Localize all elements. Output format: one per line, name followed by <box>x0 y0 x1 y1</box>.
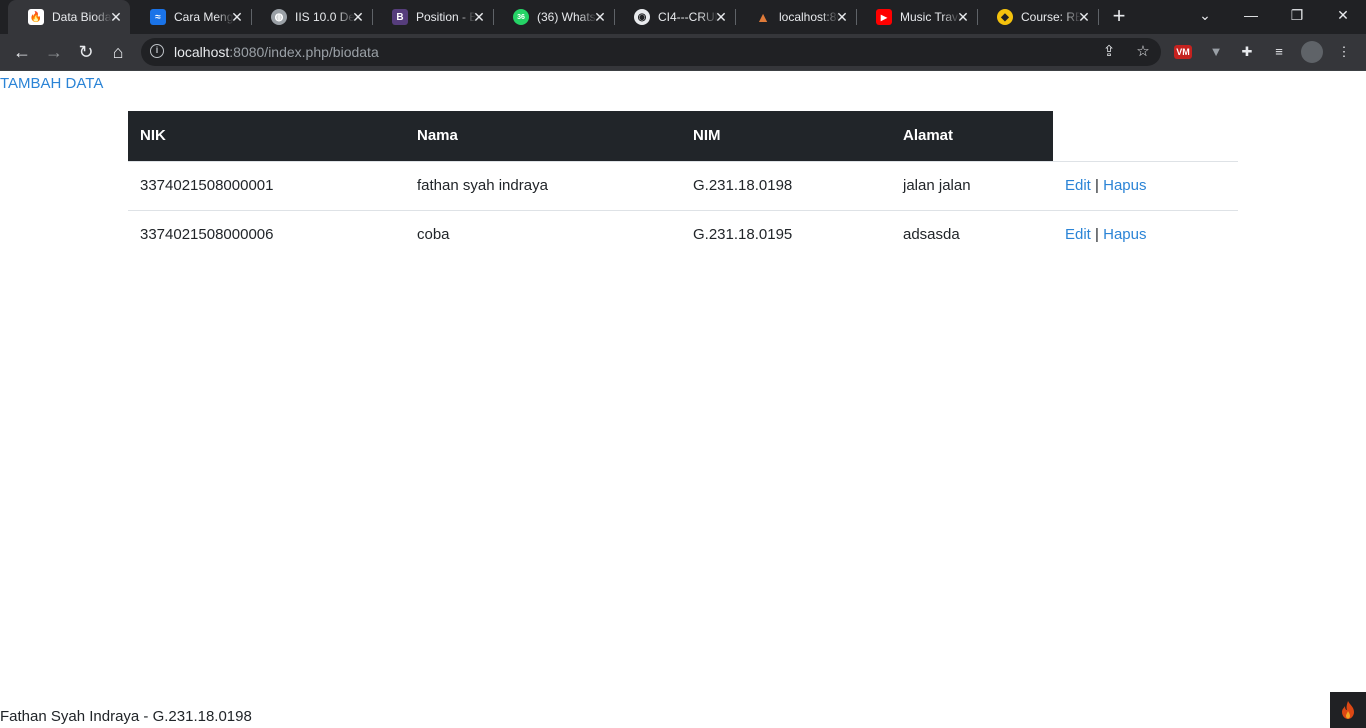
close-tab-icon[interactable]: ✕ <box>471 9 487 25</box>
cell-nim: G.231.18.0195 <box>681 209 891 259</box>
footer-credit: Fathan Syah Indraya - G.231.18.0198 <box>0 708 252 725</box>
tambah-data-link[interactable]: TAMBAH DATA <box>0 75 103 92</box>
browser-toolbar: ← → ↻ ⌂ i localhost:8080/index.php/bioda… <box>0 34 1366 70</box>
codeigniter-flame-icon: 🔥 <box>28 9 44 25</box>
column-header-nama: Nama <box>405 111 681 161</box>
close-tab-icon[interactable]: ✕ <box>713 9 729 25</box>
close-tab-icon[interactable]: ✕ <box>592 9 608 25</box>
whatsapp-icon: 36 <box>513 9 529 25</box>
close-tab-icon[interactable]: ✕ <box>108 9 124 25</box>
minimize-icon[interactable]: — <box>1228 0 1274 30</box>
action-separator: | <box>1095 226 1099 244</box>
table-row: 3374021508000001 fathan syah indraya G.2… <box>128 160 1238 210</box>
edit-link[interactable]: Edit <box>1065 177 1091 194</box>
site-info-icon[interactable]: i <box>150 44 164 58</box>
action-separator: | <box>1095 177 1099 194</box>
xampp-icon: ▲ <box>756 9 770 25</box>
hapus-link[interactable]: Hapus <box>1103 177 1146 194</box>
cell-actions: Edit | Hapus <box>1053 160 1238 210</box>
cell-nama: fathan syah indraya <box>405 160 681 210</box>
vimeo-v-extension-icon[interactable]: ▼ <box>1206 42 1226 62</box>
tab-ci4-crud[interactable]: ◉ CI4---CRUD ✕ <box>614 0 736 34</box>
tab-bootstrap-position[interactable]: B Position - Bootstrap ✕ <box>372 0 494 34</box>
tab-data-biodata[interactable]: 🔥 Data Biodata ✕ <box>8 0 130 34</box>
profile-avatar[interactable] <box>1301 41 1323 63</box>
table-row: 3374021508000006 coba G.231.18.0195 adsa… <box>128 209 1238 259</box>
tab-whatsapp[interactable]: 36 (36) WhatsApp ✕ <box>493 0 615 34</box>
tab-title: Data Biodata <box>52 10 112 24</box>
cell-nim: G.231.18.0198 <box>681 160 891 210</box>
column-header-actions <box>1053 111 1238 161</box>
tab-iis-error[interactable]: ◍ IIS 10.0 Detailed Error ✕ <box>251 0 373 34</box>
media-queue-icon[interactable]: ≡ <box>1269 42 1289 62</box>
bootstrap-icon: B <box>392 9 408 25</box>
tab-search-chevron-icon[interactable]: ⌄ <box>1182 0 1228 30</box>
back-arrow-icon[interactable]: ← <box>10 40 34 64</box>
hapus-link[interactable]: Hapus <box>1103 226 1146 243</box>
cell-alamat: jalan jalan <box>891 160 1053 210</box>
reload-icon[interactable]: ↻ <box>74 40 98 64</box>
cell-nama: coba <box>405 209 681 259</box>
globe-icon: ◍ <box>271 9 287 25</box>
share-icon[interactable]: ⇪ <box>1099 42 1119 62</box>
tab-cara-mengatasi[interactable]: ≈ Cara Mengatasi ✕ <box>130 0 252 34</box>
edit-link[interactable]: Edit <box>1065 226 1091 243</box>
tab-title: Course: REST <box>1021 10 1081 24</box>
column-header-nim: NIM <box>681 111 891 161</box>
restore-icon[interactable]: ❐ <box>1274 0 1320 30</box>
cell-nik: 3374021508000006 <box>128 209 405 259</box>
tab-title: Position - Bootstrap <box>416 10 476 24</box>
close-tab-icon[interactable]: ✕ <box>229 9 245 25</box>
cell-actions: Edit | Hapus <box>1053 209 1238 259</box>
address-bar[interactable]: i localhost:8080/index.php/biodata ⇪ ☆ <box>141 38 1161 66</box>
url-text[interactable]: localhost:8080/index.php/biodata <box>174 44 379 60</box>
extensions-puzzle-icon[interactable]: ✚ <box>1237 42 1257 62</box>
tab-title: Cara Mengatasi <box>174 10 234 24</box>
home-icon[interactable]: ⌂ <box>106 40 130 64</box>
close-tab-icon[interactable]: ✕ <box>350 9 366 25</box>
tab-title: Music Travel <box>900 10 960 24</box>
close-window-icon[interactable]: ✕ <box>1320 0 1366 30</box>
column-header-alamat: Alamat <box>891 111 1053 161</box>
vm-extension-icon[interactable]: VM <box>1174 45 1192 59</box>
tab-title: localhost:8080 <box>779 10 839 24</box>
close-tab-icon[interactable]: ✕ <box>834 9 850 25</box>
tab-localhost[interactable]: ▲ localhost:8080 ✕ <box>735 0 857 34</box>
biodata-table: NIK Nama NIM Alamat 3374021508000001 fat… <box>128 111 1238 259</box>
tab-music-travel[interactable]: ▶ Music Travel ✕ <box>856 0 978 34</box>
codeigniter-debug-toolbar-icon[interactable] <box>1330 692 1366 728</box>
close-tab-icon[interactable]: ✕ <box>955 9 971 25</box>
cell-alamat: adsasda <box>891 209 1053 259</box>
bookmark-star-icon[interactable]: ☆ <box>1133 42 1153 62</box>
github-icon: ◉ <box>634 9 650 25</box>
tab-strip: 🔥 Data Biodata ✕ ≈ Cara Mengatasi ✕ ◍ II… <box>0 0 1366 34</box>
moodle-icon: ◆ <box>997 9 1013 25</box>
youtube-icon: ▶ <box>876 9 892 25</box>
tab-course-rest[interactable]: ◆ Course: REST ✕ <box>977 0 1099 34</box>
tab-title: (36) WhatsApp <box>537 10 597 24</box>
cell-nik: 3374021508000001 <box>128 160 405 210</box>
tab-title: CI4---CRUD <box>658 10 718 24</box>
new-tab-plus-icon[interactable]: + <box>1109 5 1129 27</box>
wave-icon: ≈ <box>150 9 166 25</box>
forward-arrow-icon[interactable]: → <box>42 40 66 64</box>
close-tab-icon[interactable]: ✕ <box>1076 9 1092 25</box>
tab-title: IIS 10.0 Detailed Error <box>295 10 355 24</box>
menu-kebab-icon[interactable]: ⋮ <box>1334 42 1354 62</box>
column-header-nik: NIK <box>128 111 405 161</box>
codeigniter-flame-icon <box>1342 701 1354 719</box>
